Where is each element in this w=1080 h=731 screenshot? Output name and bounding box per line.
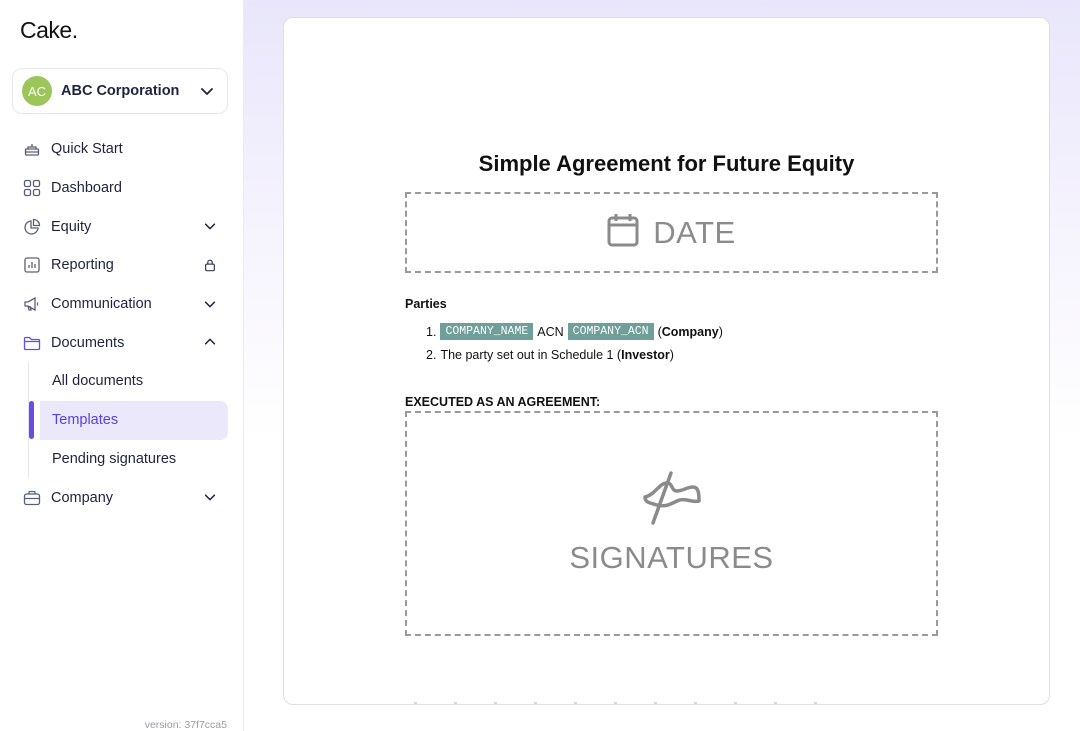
paren-close: ): [669, 348, 674, 362]
nav-item-documents[interactable]: Documents: [12, 323, 228, 362]
party-role: Company: [661, 324, 719, 339]
list-number: 1.: [426, 324, 437, 339]
chevron-down-icon: [202, 489, 218, 505]
organization-switcher[interactable]: AC ABC Corporation: [12, 68, 228, 114]
nav-label: Quick Start: [51, 141, 123, 158]
party-item-2: 2. The party set out in Schedule 1 (Inve…: [426, 348, 674, 362]
nav-item-pending-signatures[interactable]: Pending signatures: [40, 440, 228, 479]
nav-item-quick-start[interactable]: Quick Start: [12, 130, 228, 169]
merge-field-company-name: COMPANY_NAME: [440, 323, 534, 340]
calendar-icon: [607, 213, 639, 252]
list-number: 2.: [426, 348, 437, 362]
cake-icon: [22, 139, 42, 159]
date-placeholder-block[interactable]: DATE: [405, 192, 938, 273]
nav-label: Company: [51, 489, 114, 506]
megaphone-icon: [22, 294, 42, 314]
acn-label: ACN: [537, 324, 564, 339]
nav-item-communication[interactable]: Communication: [12, 285, 228, 324]
nav-label: Dashboard: [51, 180, 122, 197]
app-version: version: 37f7cca5: [144, 719, 227, 731]
lock-icon: [202, 257, 218, 273]
nav-item-equity[interactable]: Equity: [12, 207, 228, 246]
chevron-down-icon: [202, 296, 218, 312]
nav-item-company[interactable]: Company: [12, 478, 228, 517]
main-nav: Quick Start Dashboard Equity Reporting C…: [12, 130, 228, 517]
sidebar: Cake. AC ABC Corporation Quick Start Das…: [0, 0, 244, 731]
org-name: ABC Corporation: [61, 83, 180, 99]
main-content: Simple Agreement for Future Equity DATE …: [244, 0, 1080, 731]
date-placeholder-label: DATE: [653, 214, 736, 250]
nav-item-reporting[interactable]: Reporting: [12, 246, 228, 285]
folder-icon: [22, 333, 42, 353]
grid-icon: [22, 178, 42, 198]
nav-item-templates[interactable]: Templates: [29, 400, 228, 440]
chevron-down-icon: [199, 83, 215, 104]
nav-item-all-documents[interactable]: All documents: [40, 362, 228, 401]
nav-label: Documents: [51, 334, 125, 351]
documents-submenu: All documents Templates Pending signatur…: [12, 362, 228, 479]
party-item-1: 1. COMPANY_NAME ACN COMPANY_ACN (Company…: [426, 323, 723, 340]
org-avatar: AC: [22, 76, 52, 106]
bar-chart-icon: [22, 255, 42, 275]
chevron-up-icon: [202, 334, 218, 350]
nav-label: Communication: [51, 296, 152, 313]
nav-label: Reporting: [51, 257, 114, 274]
briefcase-icon: [22, 488, 42, 508]
merge-field-company-acn: COMPANY_ACN: [567, 323, 654, 340]
executed-heading: EXECUTED AS AN AGREEMENT:: [405, 395, 601, 409]
nav-label: Equity: [51, 218, 92, 235]
parties-heading: Parties: [405, 297, 447, 311]
signature-icon: [641, 471, 703, 530]
document-title: Simple Agreement for Future Equity: [478, 151, 855, 176]
paren-close: ): [718, 324, 723, 339]
pie-chart-icon: [22, 217, 42, 237]
app-logo: Cake.: [20, 17, 78, 43]
nav-item-dashboard[interactable]: Dashboard: [12, 169, 228, 208]
signatures-placeholder-block[interactable]: SIGNATURES: [405, 411, 938, 636]
party-role: Investor: [621, 348, 670, 362]
signatures-placeholder-label: SIGNATURES: [569, 540, 774, 575]
next-page-text-fragment: [414, 702, 834, 704]
template-preview[interactable]: Simple Agreement for Future Equity DATE …: [283, 17, 1050, 705]
chevron-down-icon: [202, 218, 218, 234]
party-text: The party set out in Schedule 1 (: [440, 348, 622, 362]
